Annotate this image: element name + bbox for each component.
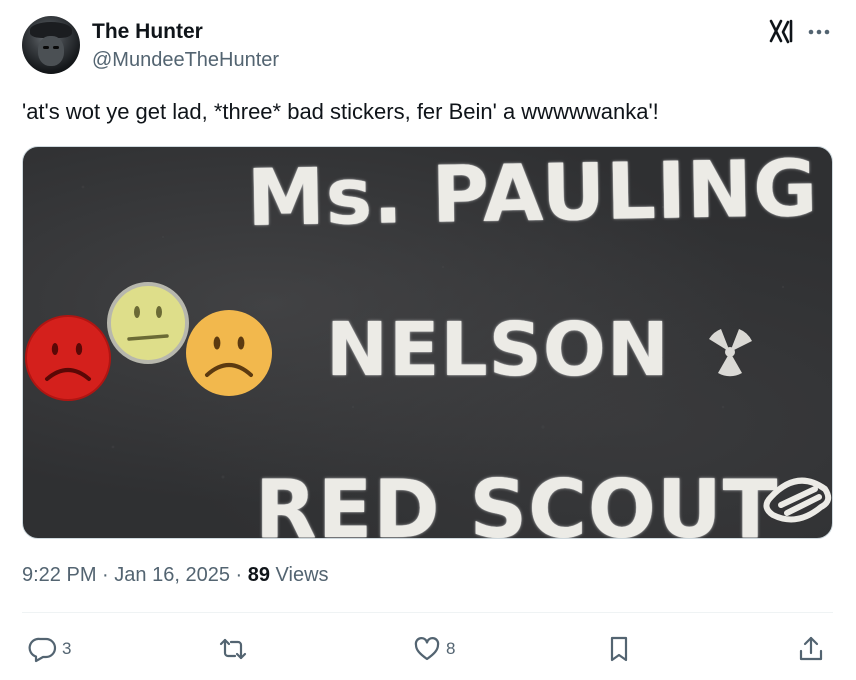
hotdog-icon [763,477,832,523]
grok-icon[interactable] [768,18,796,44]
tweet-date[interactable]: Jan 16, 2025 [114,564,230,586]
chalk-line-2: NELSON [326,307,670,393]
radiation-icon [709,329,752,377]
neutral-sticker-yellow [107,282,189,364]
avatar[interactable] [22,16,80,74]
reply-button[interactable]: 3 [28,632,71,666]
sad-sticker-red [23,313,113,403]
avatar-eye [43,46,49,49]
reply-icon [28,637,57,663]
tweet-image[interactable]: Ms. PAULING NELSON RED SCOUT [22,146,833,539]
share-button[interactable] [796,632,826,666]
tweet-text: 'at's wot ye get lad, *three* bad sticke… [22,99,659,124]
sad-sticker-orange [183,307,275,399]
views-count: 89 [247,564,270,586]
divider [22,612,833,613]
author-handle[interactable]: @MundeeTheHunter [92,49,279,72]
author-display-name[interactable]: The Hunter [92,20,203,44]
meta-separator: · [235,564,243,586]
retweet-icon [219,638,247,660]
avatar-eye [53,46,59,49]
bookmark-button[interactable] [604,632,634,666]
tweet-time[interactable]: 9:22 PM [22,564,96,586]
chalk-line-1: Ms. PAULING [246,146,819,244]
retweet-button[interactable] [218,632,252,666]
share-icon [799,636,823,661]
tweet-meta: 9:22 PM · Jan 16, 2025 · 89 Views [22,564,329,587]
more-icon[interactable] [806,20,832,44]
bookmark-icon [610,636,628,662]
like-count: 8 [446,639,456,658]
heart-icon [414,637,440,661]
chalk-line-3: RED SCOUT [255,463,779,539]
reply-count: 3 [62,639,72,658]
avatar-face [38,36,64,66]
like-button[interactable]: 8 [412,632,455,666]
views-label: Views [275,564,329,586]
meta-separator: · [102,564,109,586]
